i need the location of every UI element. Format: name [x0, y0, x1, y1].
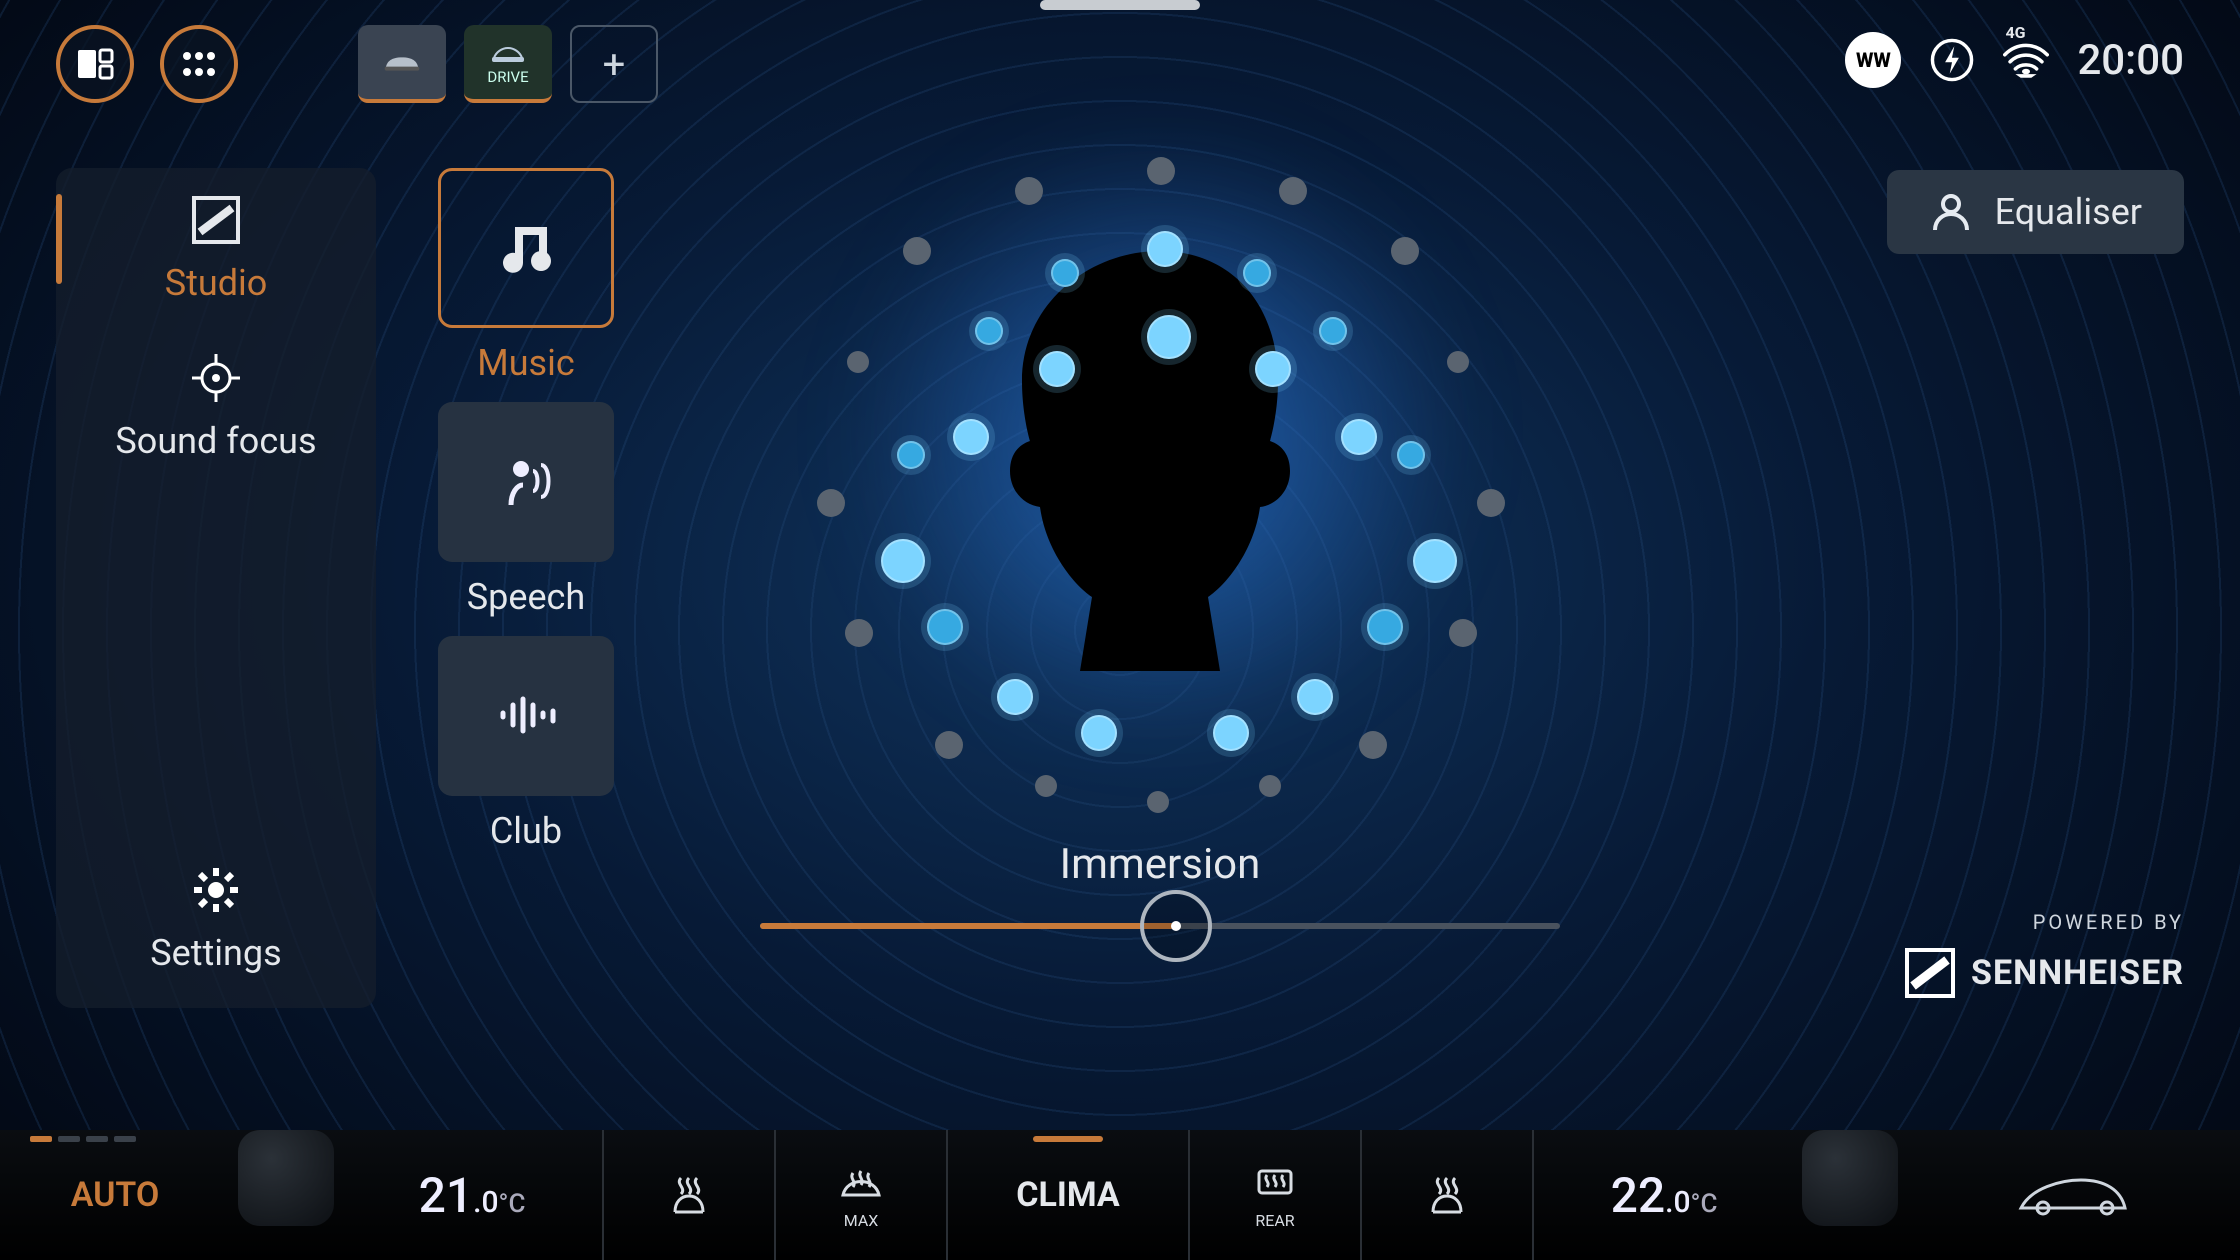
viz-dot [1051, 259, 1079, 287]
fan-level-indicator [30, 1136, 136, 1142]
viz-dot [1259, 775, 1281, 797]
profile-badge[interactable]: WW [1845, 32, 1901, 88]
viz-dot [1359, 731, 1387, 759]
left-dial[interactable] [238, 1130, 334, 1226]
viz-dot [1255, 351, 1291, 387]
shortcut-vehicle[interactable] [358, 25, 446, 103]
viz-dot [1319, 317, 1347, 345]
preset-label: Speech [467, 576, 585, 618]
viz-dot [1147, 231, 1183, 267]
viz-dot [975, 317, 1003, 345]
preset-label: Music [477, 342, 574, 384]
seat-heater-left-button[interactable] [665, 1130, 713, 1260]
plus-icon: + [603, 41, 626, 88]
vehicle-airflow-icon[interactable] [2013, 1170, 2133, 1220]
right-dial[interactable] [1802, 1130, 1898, 1226]
viz-dot [897, 441, 925, 469]
viz-dot [881, 539, 925, 583]
preset-speech[interactable]: Speech [438, 402, 614, 618]
climate-bar: AUTO 21.0°C MAX CLIMA REAR [0, 1130, 2240, 1260]
defrost-rear-label: REAR [1255, 1211, 1294, 1230]
drag-handle[interactable] [1040, 0, 1200, 10]
sennheiser-icon [188, 192, 244, 248]
person-icon [1929, 190, 1973, 234]
slider-thumb[interactable] [1140, 890, 1212, 962]
sidebar-item-label: Settings [150, 932, 281, 974]
viz-dot [845, 619, 873, 647]
preset-music[interactable]: Music [438, 168, 614, 384]
shortcut-drive-label: DRIVE [487, 68, 528, 86]
immersion-visualisation [740, 130, 1580, 810]
viz-dot [935, 731, 963, 759]
viz-dot [1213, 715, 1249, 751]
viz-dot [1081, 715, 1117, 751]
gear-icon [188, 862, 244, 918]
network-icon: 4G [2003, 37, 2049, 83]
branding: POWERED BY SENNHEISER [1903, 910, 2184, 1000]
preset-club[interactable]: Club [438, 636, 614, 852]
viz-dot [1447, 351, 1469, 373]
status-bar: WW 4G 20:00 [1845, 32, 2184, 88]
viz-dot [1367, 609, 1403, 645]
viz-dot [1297, 679, 1333, 715]
immersion-slider[interactable] [760, 923, 1560, 929]
left-panel: Studio Sound focus Settings [56, 168, 376, 1008]
viz-dot [1477, 489, 1505, 517]
wireless-charging-icon [1929, 37, 1975, 83]
viz-dot [1015, 177, 1043, 205]
viz-dot [997, 679, 1033, 715]
sidebar-item-label: Sound focus [115, 420, 316, 462]
right-temperature[interactable]: 22.0°C [1611, 1167, 1718, 1224]
apps-button[interactable] [160, 25, 238, 103]
auto-button[interactable]: AUTO [71, 1175, 160, 1215]
powered-by-label: POWERED BY [1903, 910, 2184, 934]
club-icon [491, 681, 561, 751]
viz-dot [1279, 177, 1307, 205]
viz-dot [1147, 791, 1169, 813]
left-temperature[interactable]: 21.0°C [419, 1167, 526, 1224]
speech-icon [491, 447, 561, 517]
defrost-rear-button[interactable]: REAR [1251, 1130, 1299, 1260]
immersion-slider-block: Immersion [760, 840, 1560, 929]
sennheiser-logo-icon [1903, 946, 1957, 1000]
viz-dot [1341, 419, 1377, 455]
sidebar-item-sound-focus[interactable]: Sound focus [115, 350, 316, 462]
viz-dot [1243, 259, 1271, 287]
equaliser-button[interactable]: Equaliser [1887, 170, 2184, 254]
viz-dot [1035, 775, 1057, 797]
preset-label: Club [490, 810, 562, 852]
viz-dot [953, 419, 989, 455]
sidebar-item-studio[interactable]: Studio [165, 192, 268, 304]
viz-dot [847, 351, 869, 373]
climate-center-button[interactable]: CLIMA [1016, 1175, 1120, 1215]
music-icon [491, 213, 561, 283]
shortcut-drive[interactable]: DRIVE [464, 25, 552, 103]
viz-dot [1413, 539, 1457, 583]
shortcut-add[interactable]: + [570, 25, 658, 103]
head-silhouette [1000, 241, 1320, 671]
viz-dot [1391, 237, 1419, 265]
seat-heater-right-button[interactable] [1423, 1130, 1471, 1260]
preset-list: Music Speech Club [438, 168, 614, 852]
sidebar-item-settings[interactable]: Settings [150, 862, 281, 974]
sidebar-item-label: Studio [165, 262, 268, 304]
home-button[interactable] [56, 25, 134, 103]
equaliser-label: Equaliser [1995, 191, 2142, 233]
defrost-front-label: MAX [844, 1211, 879, 1230]
viz-dot [1039, 351, 1075, 387]
defrost-front-button[interactable]: MAX [837, 1130, 885, 1260]
crosshair-icon [188, 350, 244, 406]
viz-dot [817, 489, 845, 517]
viz-dot [1397, 441, 1425, 469]
slider-label: Immersion [1060, 840, 1261, 889]
viz-dot [1147, 315, 1191, 359]
clock: 20:00 [2077, 36, 2184, 85]
brand-name: SENNHEISER [1971, 953, 2184, 993]
viz-dot [927, 609, 963, 645]
viz-dot [903, 237, 931, 265]
viz-dot [1449, 619, 1477, 647]
viz-dot [1147, 157, 1175, 185]
